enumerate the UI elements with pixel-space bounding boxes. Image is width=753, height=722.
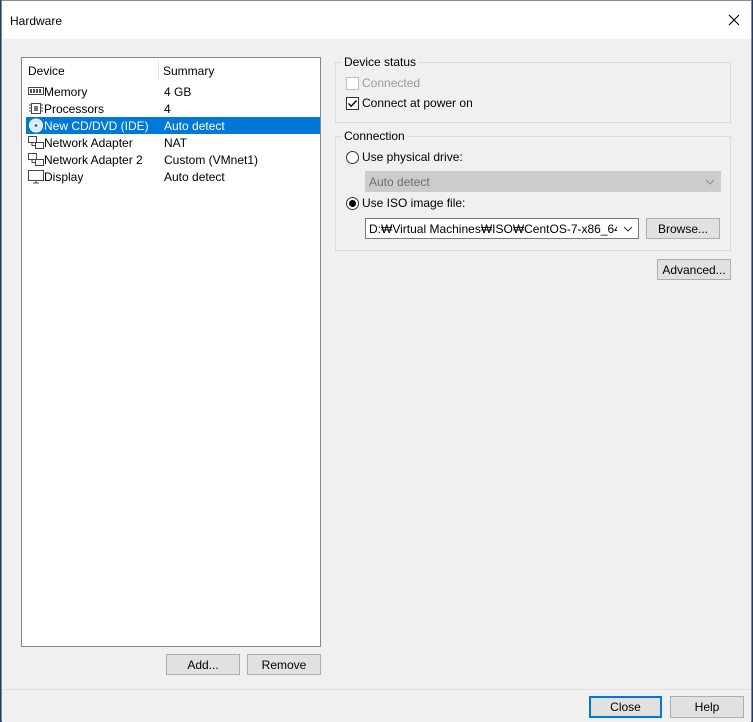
- network-adapter-icon: [28, 152, 44, 167]
- device-name: Processors: [44, 102, 105, 116]
- device-status-group: Device status Connected Connect at power…: [335, 55, 731, 123]
- close-window-icon[interactable]: [721, 7, 747, 33]
- device-summary: Auto detect: [164, 119, 225, 133]
- device-row-cd-dvd[interactable]: New CD/DVD (IDE) Auto detect: [26, 117, 320, 134]
- radio-circle: [346, 196, 359, 210]
- display-icon: [28, 169, 44, 184]
- device-name: Display: [44, 170, 84, 184]
- device-status-title: Device status: [342, 55, 419, 69]
- window-title: Hardware: [10, 14, 63, 28]
- device-name: New CD/DVD (IDE): [44, 119, 149, 133]
- column-header-device[interactable]: Device: [28, 64, 65, 78]
- connection-group: Connection Use physical drive: Auto dete…: [335, 129, 731, 251]
- device-name: Network Adapter: [44, 136, 133, 150]
- memory-icon: [28, 84, 44, 99]
- device-summary: Custom (VMnet1): [164, 153, 259, 167]
- use-iso-image-label: Use ISO image file:: [362, 196, 466, 210]
- help-button[interactable]: Help: [670, 696, 744, 718]
- device-name: Network Adapter 2: [44, 153, 143, 167]
- advanced-button[interactable]: Advanced...: [657, 259, 731, 280]
- chevron-down-icon: [622, 223, 634, 235]
- browse-button[interactable]: Browse...: [646, 218, 720, 239]
- use-physical-drive-radio[interactable]: Use physical drive:: [346, 150, 463, 164]
- add-button[interactable]: Add...: [166, 654, 240, 675]
- checkbox-box: [346, 76, 359, 90]
- radio-circle: [346, 150, 359, 164]
- hardware-dialog: Hardware Device Summary Memory 4 GB Proc…: [1, 0, 752, 722]
- dialog-body: Device Summary Memory 4 GB Processors 4: [2, 39, 751, 689]
- device-row-processors[interactable]: Processors 4: [26, 100, 320, 117]
- physical-drive-select[interactable]: Auto detect: [365, 171, 721, 192]
- title-bar: Hardware: [2, 1, 751, 39]
- device-summary: 4: [164, 102, 171, 116]
- device-summary: NAT: [164, 136, 188, 150]
- connection-title: Connection: [342, 129, 407, 143]
- remove-button[interactable]: Remove: [247, 654, 321, 675]
- device-summary: 4 GB: [164, 85, 192, 99]
- column-header-summary[interactable]: Summary: [163, 64, 214, 78]
- list-header: Device Summary: [22, 58, 320, 82]
- iso-path-value: D:₩Virtual Machines₩ISO₩CentOS-7-x86_64-…: [369, 222, 617, 236]
- connected-label: Connected: [362, 76, 421, 90]
- connected-checkbox[interactable]: Connected: [346, 76, 420, 90]
- device-row-display[interactable]: Display Auto detect: [26, 168, 320, 185]
- device-list[interactable]: Device Summary Memory 4 GB Processors 4: [21, 57, 321, 647]
- checkmark-icon: [346, 96, 359, 110]
- device-summary: Auto detect: [164, 170, 225, 184]
- dialog-footer: Close Help: [2, 689, 751, 722]
- close-button[interactable]: Close: [589, 696, 662, 718]
- processor-icon: [28, 101, 44, 116]
- use-physical-drive-label: Use physical drive:: [362, 150, 463, 164]
- device-row-memory[interactable]: Memory 4 GB: [26, 83, 320, 100]
- chevron-down-icon: [704, 176, 716, 188]
- column-separator[interactable]: [158, 60, 159, 80]
- cd-dvd-icon: [28, 118, 44, 133]
- iso-path-select[interactable]: D:₩Virtual Machines₩ISO₩CentOS-7-x86_64-…: [365, 218, 639, 239]
- device-row-network-adapter-2[interactable]: Network Adapter 2 Custom (VMnet1): [26, 151, 320, 168]
- network-adapter-icon: [28, 135, 44, 150]
- connect-at-power-on-checkbox[interactable]: Connect at power on: [346, 96, 473, 110]
- physical-drive-value: Auto detect: [369, 175, 430, 189]
- device-name: Memory: [44, 85, 88, 99]
- connect-at-power-on-label: Connect at power on: [362, 96, 473, 110]
- device-row-network-adapter[interactable]: Network Adapter NAT: [26, 134, 320, 151]
- use-iso-image-radio[interactable]: Use ISO image file:: [346, 196, 465, 210]
